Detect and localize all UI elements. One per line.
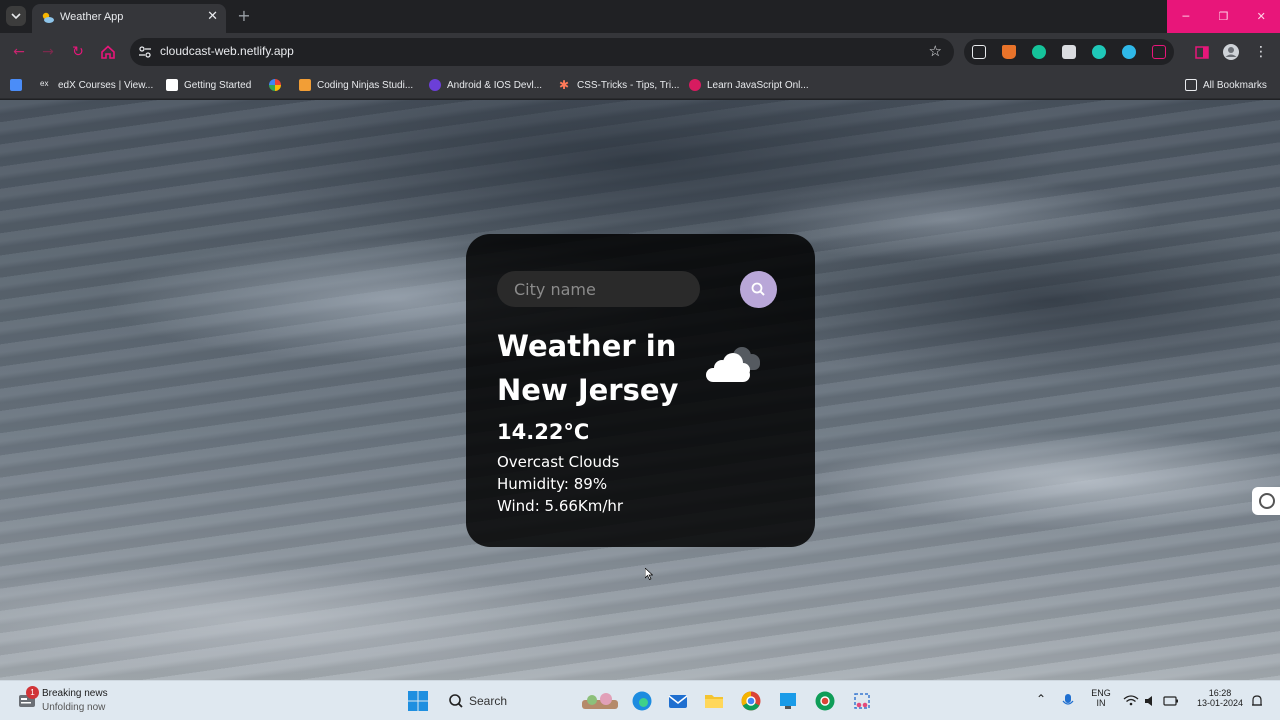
all-bookmarks[interactable]: All Bookmarks (1185, 77, 1267, 93)
tab-title: Weather App (60, 11, 124, 23)
edge-icon[interactable] (631, 690, 653, 712)
weather-favicon-icon (42, 12, 54, 23)
extension-grammarly-icon[interactable] (1032, 45, 1046, 59)
side-panel-button[interactable] (1193, 42, 1211, 62)
file-explorer-icon[interactable] (703, 690, 725, 712)
notification-bell-icon[interactable] (1250, 690, 1264, 712)
tab-weather-app[interactable]: Weather App ✕ (32, 4, 226, 33)
tab-close-icon[interactable]: ✕ (207, 9, 218, 24)
close-window-button[interactable]: ✕ (1242, 0, 1280, 33)
chrome-profile-icon[interactable] (814, 690, 836, 712)
new-tab-button[interactable]: + (236, 7, 252, 25)
bookmark-coding-ninjas[interactable]: Coding Ninjas Studi... (299, 77, 413, 93)
news-subtitle: Unfolding now (42, 702, 106, 713)
wind-speed: Wind: 5.66Km/hr (497, 497, 624, 515)
restore-button[interactable]: ❐ (1205, 0, 1243, 33)
bookmark-learn-javascript[interactable]: Learn JavaScript Onl... (689, 77, 809, 93)
cloudy-sky-background: Weather in New Jersey 14.22°C Overcast C… (0, 100, 1280, 680)
tab-search-button[interactable] (6, 6, 26, 26)
site-settings-icon[interactable] (138, 45, 152, 59)
extension-m-icon[interactable] (1092, 45, 1106, 59)
windows-start-icon[interactable] (407, 690, 429, 712)
language-indicator[interactable]: ENG IN (1089, 688, 1113, 708)
news-badge: 1 (26, 686, 39, 699)
browser-menu-icon[interactable]: ⋮ (1252, 42, 1270, 62)
battery-icon[interactable] (1163, 690, 1179, 712)
clock[interactable]: 16:28 13-01-2024 (1190, 688, 1250, 708)
snipping-tool-icon[interactable] (851, 690, 873, 712)
weather-title: Weather in New Jersey (497, 329, 679, 407)
extensions-area (964, 39, 1174, 65)
extensions-menu-icon[interactable] (1152, 45, 1166, 59)
back-button[interactable]: ← (9, 42, 29, 62)
address-bar[interactable]: cloudcast-web.netlify.app ☆ (130, 38, 954, 66)
extension-diamond-icon[interactable] (1122, 45, 1136, 59)
volume-icon[interactable] (1143, 690, 1157, 712)
temperature: 14.22°C (497, 420, 590, 444)
home-icon (101, 45, 115, 59)
avatar-icon (1223, 44, 1239, 60)
humidity: Humidity: 89% (497, 475, 608, 493)
extension-puzzle-icon[interactable] (1062, 45, 1076, 59)
folder-icon (1185, 79, 1197, 91)
android-ios-icon (429, 79, 441, 91)
home-button[interactable] (98, 42, 118, 62)
bookmark-edx[interactable]: ex edX Courses | View... (40, 77, 153, 93)
address-url: cloudcast-web.netlify.app (160, 44, 294, 58)
bookmark-css-tricks[interactable]: ✱ CSS-Tricks - Tips, Tri... (559, 77, 679, 93)
mail-icon[interactable] (667, 690, 689, 712)
clock-date: 13-01-2024 (1196, 698, 1244, 708)
coding-ninjas-icon (299, 79, 311, 91)
forward-button[interactable]: → (38, 42, 58, 62)
weather-description: Overcast Clouds (497, 453, 620, 471)
chevron-down-icon (11, 13, 21, 20)
taskbar-search-icon (449, 694, 463, 708)
minimize-button[interactable]: ─ (1167, 0, 1205, 33)
circle-icon (1259, 493, 1275, 509)
mouse-cursor-icon (645, 568, 653, 580)
tab-strip: Weather App ✕ + ─ ❐ ✕ (0, 0, 1280, 33)
tray-overflow-icon[interactable]: ⌃ (1036, 692, 1046, 706)
news-title: Breaking news (42, 688, 108, 699)
chrome-icon[interactable] (740, 690, 762, 712)
taskbar-search-label: Search (469, 694, 508, 708)
extension-screen-icon[interactable] (972, 45, 986, 59)
edx-icon: ex (40, 79, 52, 91)
side-panel-icon (1195, 46, 1209, 59)
bookmark-android-ios[interactable]: Android & IOS Devl... (429, 77, 542, 93)
reload-button[interactable]: ↻ (68, 42, 88, 62)
weather-card: Weather in New Jersey 14.22°C Overcast C… (466, 234, 815, 547)
notion-icon (166, 79, 178, 91)
microphone-icon[interactable] (1060, 690, 1076, 712)
bookmark-pinwheel[interactable] (269, 77, 287, 93)
clock-time: 16:28 (1208, 688, 1232, 698)
css-tricks-icon: ✱ (559, 78, 570, 92)
window-controls: ─ ❐ ✕ (1167, 0, 1280, 33)
search-highlight-icon (582, 693, 618, 709)
browser-toolbar: ← → ↻ cloudcast-web.netlify.app ☆ ⋮ (0, 33, 1280, 71)
profile-avatar[interactable] (1222, 42, 1240, 62)
search-button[interactable] (740, 271, 777, 308)
search-icon (751, 282, 765, 296)
city-search-input[interactable] (497, 271, 700, 307)
apps-icon[interactable] (10, 77, 28, 93)
cloud-icon (706, 347, 760, 382)
bookmarks-bar: ex edX Courses | View... Getting Started … (0, 71, 1280, 99)
bookmark-star-icon[interactable]: ☆ (929, 42, 942, 60)
learn-javascript-icon (689, 79, 701, 91)
side-widget-button[interactable] (1252, 487, 1280, 515)
bookmark-getting-started[interactable]: Getting Started (166, 77, 251, 93)
wifi-icon[interactable] (1123, 690, 1139, 712)
store-icon[interactable] (777, 690, 799, 712)
pinwheel-icon (269, 79, 281, 91)
windows-taskbar: 1 Breaking news Unfolding now Search ⌃ E… (0, 680, 1280, 720)
extension-cup-icon[interactable] (1002, 45, 1016, 59)
